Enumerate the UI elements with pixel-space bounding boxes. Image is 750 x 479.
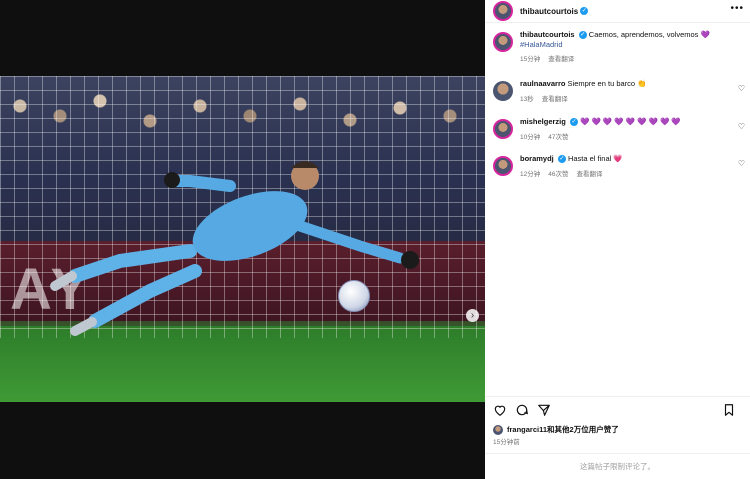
like-comment-heart-icon[interactable]: ♡ — [738, 159, 745, 168]
likes-text[interactable]: frangarci11和其他2万位用户赞了 — [507, 424, 619, 435]
caption-text: Caemos, aprendemos, volvemos 💜 — [588, 30, 710, 39]
comments-panel: thibautcourtois ✓ ••• thibautcourtois ✓ … — [485, 0, 750, 479]
comment-text: 💜 💜 💜 💜 💜 💜 💜 💜 💜 — [580, 117, 681, 126]
comment-text: Siempre en tu barco 👏 — [567, 79, 647, 88]
comment-bubble-icon[interactable] — [515, 403, 529, 417]
post-media[interactable]: AY › — [0, 76, 485, 402]
commenter-avatar[interactable] — [493, 156, 513, 176]
translate-link[interactable]: 查看翻译 — [548, 53, 574, 63]
caption-time: 15分钟 — [520, 56, 541, 63]
goalkeeper-figure — [50, 161, 419, 336]
post-timestamp: 15分钟前 — [493, 439, 520, 446]
translate-link[interactable]: 查看翻译 — [542, 93, 568, 103]
post-actions — [485, 396, 750, 422]
like-comment-heart-icon[interactable]: ♡ — [738, 84, 745, 93]
comment-text: Hasta el final 💗 — [567, 154, 623, 163]
translate-link[interactable]: 查看翻译 — [576, 168, 602, 178]
football — [338, 280, 370, 312]
comment-username[interactable]: raulnaavarro — [520, 79, 565, 88]
author-avatar[interactable] — [493, 32, 513, 52]
comment-time: 10分钟 — [520, 134, 541, 141]
like-heart-icon[interactable] — [493, 403, 507, 417]
more-options-icon[interactable]: ••• — [730, 3, 744, 14]
comment-likes[interactable]: 46次赞 — [548, 168, 568, 178]
comment-username[interactable]: mishelgerzig — [520, 117, 566, 126]
verified-badge-icon: ✓ — [578, 31, 587, 40]
comment-item: mishelgerzig ✓ 💜 💜 💜 💜 💜 💜 💜 💜 💜 10分钟 47… — [485, 117, 750, 147]
liker-avatar[interactable] — [493, 424, 503, 435]
comments-restricted-notice: 这篇帖子限制评论了。 — [485, 453, 750, 479]
like-comment-heart-icon[interactable]: ♡ — [738, 122, 745, 131]
likes-summary: frangarci11和其他2万位用户赞了 — [493, 424, 619, 435]
bookmark-icon[interactable] — [722, 403, 736, 417]
verified-badge-icon: ✓ — [580, 7, 589, 15]
caption: thibautcourtois ✓ Caemos, aprendemos, vo… — [485, 30, 750, 70]
post-header: thibautcourtois ✓ ••• — [485, 0, 750, 23]
caption-hashtag[interactable]: #HalaMadrid — [520, 40, 730, 49]
carousel-next-button[interactable]: › — [466, 309, 479, 322]
caption-username[interactable]: thibautcourtois — [520, 30, 575, 39]
comment-time: 12分钟 — [520, 171, 541, 178]
commenter-avatar[interactable] — [493, 119, 513, 139]
verified-badge-icon: ✓ — [557, 155, 566, 164]
comment-item: boramydj ✓ Hasta el final 💗 12分钟 46次赞 查看… — [485, 154, 750, 184]
author-username[interactable]: thibautcourtois — [520, 7, 578, 16]
author-avatar[interactable] — [493, 1, 513, 21]
share-send-icon[interactable] — [537, 403, 551, 417]
verified-badge-icon: ✓ — [569, 118, 578, 127]
commenter-avatar[interactable] — [493, 81, 513, 101]
comment-likes[interactable]: 47次赞 — [548, 131, 568, 141]
comment-item: raulnaavarro Siempre en tu barco 👏 13秒 查… — [485, 79, 750, 109]
comments-list: thibautcourtois ✓ Caemos, aprendemos, vo… — [485, 30, 750, 184]
comment-time: 13秒 — [520, 96, 534, 103]
comment-username[interactable]: boramydj — [520, 154, 554, 163]
